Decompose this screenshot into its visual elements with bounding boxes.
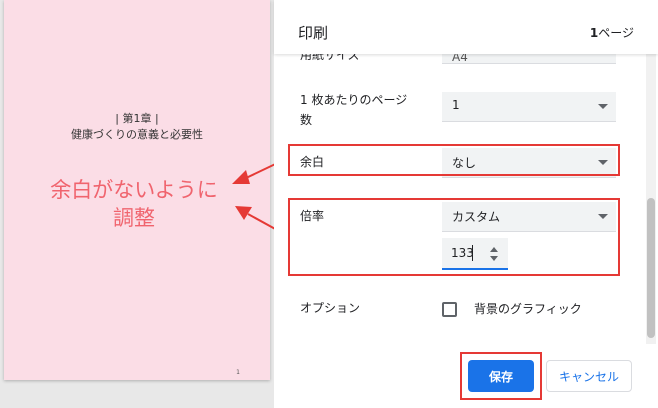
background-graphics-checkbox[interactable] [442,302,457,317]
pages-per-sheet-value: 1 [452,98,460,112]
pages-per-sheet-select[interactable]: 1 [442,92,616,122]
pages-per-sheet-label-line-2: 数 [300,113,313,127]
page-number: 1 [236,369,240,376]
pages-per-sheet-label-line-1: 1 枚あたりのページ [300,93,408,107]
dialog-title: 印刷 [298,24,329,42]
save-highlight-box [460,352,542,400]
page-title: 健康づくりの意義と必要性 [71,128,203,141]
cancel-button[interactable]: キャンセル [546,360,632,392]
page-chapter-heading: | 第1章 | [115,112,159,125]
paper-size-select[interactable]: A4 [442,54,616,64]
pages-per-sheet-label: 1 枚あたりのページ 数 [300,90,407,130]
chevron-down-icon [598,104,608,109]
background-graphics-label[interactable]: 背景のグラフィック [474,300,582,317]
paper-size-label: 用紙サイズ [300,54,360,62]
print-settings-panel: 印刷 1ページ 用紙サイズ A4 1 枚あたりのページ 数 1 余白 なし 倍率… [274,0,658,408]
print-preview-area: | 第1章 | 健康づくりの意義と必要性 1 余白がないように 調整 [0,0,274,408]
paper-size-value: A4 [452,54,468,64]
annotation-line-1: 余白がないように [50,178,218,202]
page-count-number: 1 [589,26,599,40]
options-label: オプション [300,301,361,315]
scale-highlight-box [288,198,620,276]
annotation-text: 余白がないように 調整 [34,176,234,232]
page-count: 1ページ [590,24,634,41]
margins-highlight-box [288,144,620,176]
annotation-line-2: 調整 [113,206,155,230]
settings-scrollbar[interactable] [646,54,656,344]
scrollbar-thumb[interactable] [647,198,655,338]
page-count-unit: ページ [598,26,634,40]
dialog-header: 印刷 1ページ [274,0,658,54]
